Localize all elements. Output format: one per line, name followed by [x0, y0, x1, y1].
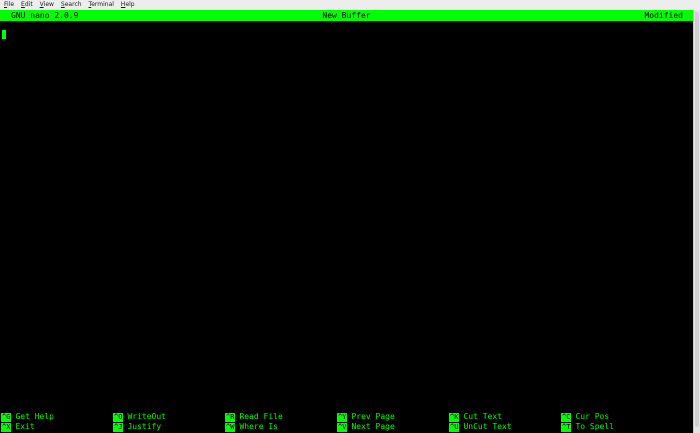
shortcut-prev-page[interactable]: ^Y Prev Page [337, 412, 395, 422]
shortcut-exit[interactable]: ^X Exit [1, 422, 35, 432]
shortcut-cut-text[interactable]: ^K Cut Text [449, 412, 502, 422]
shortcut-to-spell[interactable]: ^T To Spell [561, 422, 614, 432]
menu-file-label: ile [7, 1, 15, 8]
shortcut-label: Read File [239, 412, 283, 421]
modified-status: Modified [644, 11, 683, 20]
menu-view[interactable]: View [40, 0, 54, 10]
menu-edit-label: dit [24, 1, 33, 8]
shortcut-label: Cur Pos [575, 412, 610, 421]
menu-search-label: earch [64, 1, 82, 8]
shortcut-where-is[interactable]: ^W Where Is [225, 422, 278, 432]
shortcut-next-page[interactable]: ^V Next Page [337, 422, 395, 432]
shortcut-key: ^X [1, 422, 12, 432]
shortcut-key: ^T [561, 422, 572, 432]
shortcut-label: Prev Page [351, 412, 395, 421]
menu-terminal[interactable]: Terminal [89, 0, 114, 10]
shortcut-label: Exit [15, 422, 35, 431]
shortcut-writeout[interactable]: ^O WriteOut [113, 412, 166, 422]
menu-help[interactable]: Help [121, 0, 135, 10]
shortcut-bar: ^G Get Help ^O WriteOut ^R Read File ^Y Prev… [0, 412, 693, 433]
shortcut-label: UnCut Text [463, 422, 512, 431]
shortcut-label: Where Is [239, 422, 278, 431]
menubar: File Edit View Search Terminal Help [0, 0, 700, 10]
menu-file[interactable]: File [4, 0, 14, 10]
shortcut-label: Next Page [351, 422, 395, 431]
menu-view-label: iew [43, 1, 54, 8]
shortcut-key: ^G [1, 412, 12, 422]
shortcut-justify[interactable]: ^J Justify [113, 422, 161, 432]
shortcut-key: ^Y [337, 412, 348, 422]
shortcut-key: ^J [113, 422, 124, 432]
shortcut-key: ^O [113, 412, 124, 422]
menu-edit[interactable]: Edit [21, 0, 33, 10]
scrollbar-thumb[interactable] [695, 12, 699, 427]
shortcut-key: ^W [225, 422, 236, 432]
nano-version: GNU nano 2.0.9 [11, 11, 79, 20]
shortcut-key: ^V [337, 422, 348, 432]
shortcut-key: ^U [449, 422, 460, 432]
shortcut-key: ^K [449, 412, 460, 422]
shortcut-key: ^C [561, 412, 572, 422]
shortcut-label: To Spell [575, 422, 614, 431]
shortcut-key: ^R [225, 412, 236, 422]
terminal-area[interactable]: New Buffer GNU nano 2.0.9 Modified ^G Get… [0, 10, 693, 433]
shortcut-read-file[interactable]: ^R Read File [225, 412, 283, 422]
menu-help-label: elp [125, 1, 135, 8]
terminal-window: File Edit View Search Terminal Help New … [0, 0, 700, 433]
shortcut-label: Get Help [15, 412, 54, 421]
nano-title-bar: New Buffer GNU nano 2.0.9 Modified [0, 10, 693, 21]
shortcut-get-help[interactable]: ^G Get Help [1, 412, 54, 422]
menu-terminal-label: erminal [91, 1, 114, 8]
shortcut-cur-pos[interactable]: ^C Cur Pos [561, 412, 609, 422]
vertical-scrollbar[interactable] [693, 10, 700, 433]
menu-search[interactable]: Search [61, 0, 82, 10]
shortcut-label: Justify [127, 422, 162, 431]
buffer-name: New Buffer [322, 11, 371, 20]
text-cursor [2, 30, 6, 39]
shortcut-uncut-text[interactable]: ^U UnCut Text [449, 422, 512, 432]
shortcut-label: Cut Text [463, 412, 502, 421]
shortcut-label: WriteOut [127, 412, 166, 421]
